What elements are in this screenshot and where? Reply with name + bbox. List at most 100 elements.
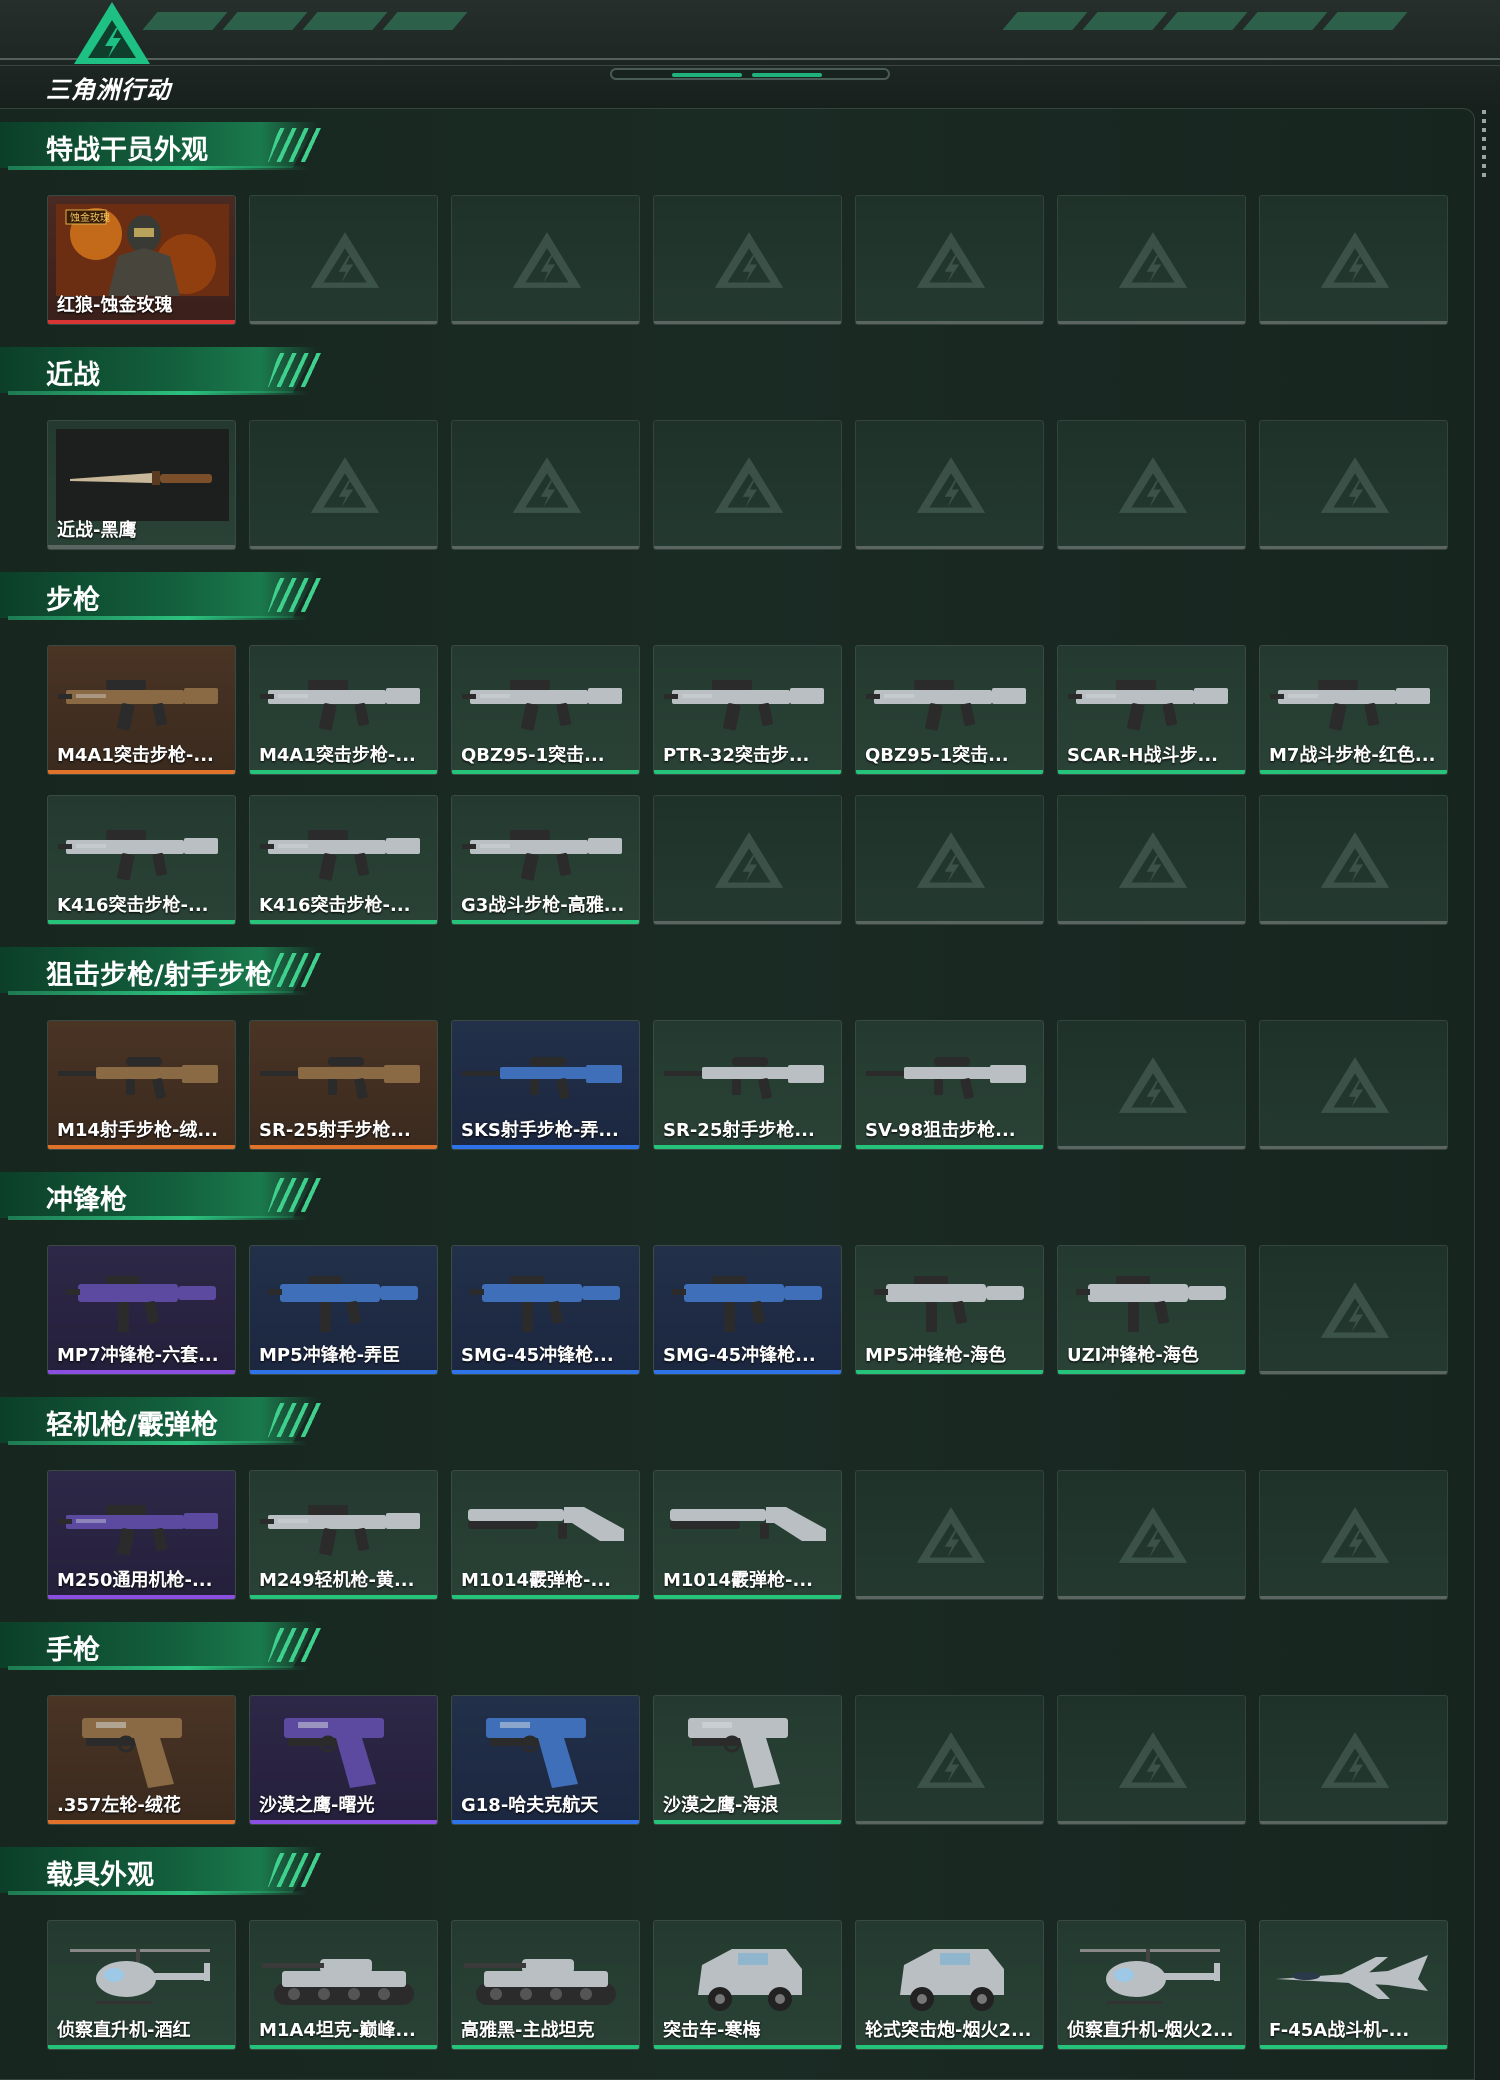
header-stripe [302, 12, 388, 30]
item-card[interactable]: SMG-45冲锋枪... [653, 1245, 842, 1375]
item-card[interactable]: 轮式突击炮-烟火2... [855, 1920, 1044, 2050]
item-card[interactable]: M249轻机枪-黄... [249, 1470, 438, 1600]
operator-portrait-icon: 蚀金玫瑰 [56, 204, 229, 296]
item-card[interactable]: 蚀金玫瑰 红狼-蚀金玫瑰 [47, 195, 236, 325]
rarity-bar [1058, 2045, 1245, 2049]
item-card[interactable]: 突击车-寒梅 [653, 1920, 842, 2050]
rarity-bar [856, 1145, 1043, 1149]
empty-slot-logo-icon [310, 232, 380, 288]
item-label: M4A1突击步枪-... [57, 745, 214, 766]
item-card[interactable]: MP5冲锋枪-海色 [855, 1245, 1044, 1375]
item-card[interactable]: SCAR-H战斗步... [1057, 645, 1246, 775]
logo-text: 三角洲行动 [46, 76, 171, 104]
rarity-bar [856, 770, 1043, 774]
item-card[interactable]: M1A4坦克-巅峰... [249, 1920, 438, 2050]
rarity-bar [250, 1145, 437, 1149]
item-card[interactable]: 侦察直升机-烟火2... [1057, 1920, 1246, 2050]
empty-slot-logo-icon [714, 457, 784, 513]
empty-slot [1057, 1470, 1246, 1600]
empty-slot [1259, 195, 1448, 325]
item-label: F-45A战斗机-... [1269, 2020, 1410, 2041]
empty-slot [249, 420, 438, 550]
delta-triangle-icon [74, 2, 150, 64]
item-card[interactable]: QBZ95-1突击... [855, 645, 1044, 775]
item-card[interactable]: M1014霰弹枪-... [451, 1470, 640, 1600]
item-card[interactable]: QBZ95-1突击... [451, 645, 640, 775]
scrollbar[interactable] [1482, 110, 1486, 178]
item-card[interactable]: 沙漠之鹰-曙光 [249, 1695, 438, 1825]
empty-slot-logo-icon [512, 232, 582, 288]
item-card[interactable]: UZI冲锋枪-海色 [1057, 1245, 1246, 1375]
item-card[interactable]: M14射手步枪-绒... [47, 1020, 236, 1150]
rarity-bar [452, 1820, 639, 1824]
item-card[interactable]: MP7冲锋枪-六套... [47, 1245, 236, 1375]
rarity-bar [250, 1370, 437, 1374]
item-label: K416突击步枪-... [57, 895, 209, 916]
sniper-icon [460, 1029, 633, 1121]
item-label: 红狼-蚀金玫瑰 [57, 295, 173, 316]
item-label: UZI冲锋枪-海色 [1067, 1345, 1199, 1366]
item-card[interactable]: 近战-黑鹰 [47, 420, 236, 550]
empty-slot [855, 1470, 1044, 1600]
item-card[interactable]: M4A1突击步枪-... [47, 645, 236, 775]
jet-icon [1268, 1929, 1441, 2021]
slot-bar [452, 546, 639, 549]
lmg-icon [56, 1479, 229, 1571]
item-label: MP5冲锋枪-弄臣 [259, 1345, 401, 1366]
item-label: M4A1突击步枪-... [259, 745, 416, 766]
item-label: SR-25射手步枪... [663, 1120, 815, 1141]
item-label: M249轻机枪-黄... [259, 1570, 415, 1591]
item-label: K416突击步枪-... [259, 895, 411, 916]
header-stripe [1162, 12, 1248, 30]
item-label: 沙漠之鹰-曙光 [259, 1795, 375, 1816]
rarity-bar [654, 1595, 841, 1599]
pistol-icon [662, 1704, 835, 1796]
empty-slot [855, 195, 1044, 325]
empty-slot [1259, 795, 1448, 925]
header-stripe [1322, 12, 1408, 30]
item-card[interactable]: M1014霰弹枪-... [653, 1470, 842, 1600]
item-card[interactable]: G3战斗步枪-高雅... [451, 795, 640, 925]
empty-slot-logo-icon [1320, 1282, 1390, 1338]
item-card[interactable]: M250通用机枪-... [47, 1470, 236, 1600]
item-card[interactable]: .357左轮-绒花 [47, 1695, 236, 1825]
item-card[interactable]: G18-哈夫克航天 [451, 1695, 640, 1825]
item-card[interactable]: MP5冲锋枪-弄臣 [249, 1245, 438, 1375]
item-card[interactable]: M4A1突击步枪-... [249, 645, 438, 775]
item-card[interactable]: M7战斗步枪-红色... [1259, 645, 1448, 775]
section-header: 狙击步枪/射手步枪 [0, 947, 330, 997]
item-label: G18-哈夫克航天 [461, 1795, 599, 1816]
item-card[interactable]: SR-25射手步枪... [653, 1020, 842, 1150]
sniper-icon [662, 1029, 835, 1121]
section-title: 轻机枪/霰弹枪 [46, 1410, 218, 1441]
header-stripe [1002, 12, 1088, 30]
item-card[interactable]: SMG-45冲锋枪... [451, 1245, 640, 1375]
item-card[interactable]: K416突击步枪-... [249, 795, 438, 925]
slot-bar [1058, 1596, 1245, 1599]
item-card[interactable]: 侦察直升机-酒红 [47, 1920, 236, 2050]
item-label: 侦察直升机-酒红 [57, 2020, 191, 2041]
empty-slot [1057, 1695, 1246, 1825]
item-card[interactable]: 沙漠之鹰-海浪 [653, 1695, 842, 1825]
sniper-icon [864, 1029, 1037, 1121]
item-card[interactable]: SKS射手步枪-弄... [451, 1020, 640, 1150]
slot-bar [1260, 1821, 1447, 1824]
item-card[interactable]: SR-25射手步枪... [249, 1020, 438, 1150]
game-logo: 三角洲行动 [42, 0, 202, 108]
item-label: M1A4坦克-巅峰... [259, 2020, 416, 2041]
rarity-bar [1260, 2045, 1447, 2049]
item-card[interactable]: K416突击步枪-... [47, 795, 236, 925]
item-card[interactable]: SV-98狙击步枪... [855, 1020, 1044, 1150]
section-title: 步枪 [46, 585, 100, 616]
item-card[interactable]: PTR-32突击步... [653, 645, 842, 775]
slot-bar [1260, 1596, 1447, 1599]
sniper-icon [56, 1029, 229, 1121]
item-card[interactable]: 高雅黑-主战坦克 [451, 1920, 640, 2050]
slot-bar [1260, 1371, 1447, 1374]
rarity-bar [1058, 1370, 1245, 1374]
item-card[interactable]: F-45A战斗机-... [1259, 1920, 1448, 2050]
section-title: 狙击步枪/射手步枪 [46, 960, 272, 991]
item-label: M7战斗步枪-红色... [1269, 745, 1436, 766]
item-label: 突击车-寒梅 [663, 2020, 761, 2041]
empty-slot-logo-icon [916, 1732, 986, 1788]
